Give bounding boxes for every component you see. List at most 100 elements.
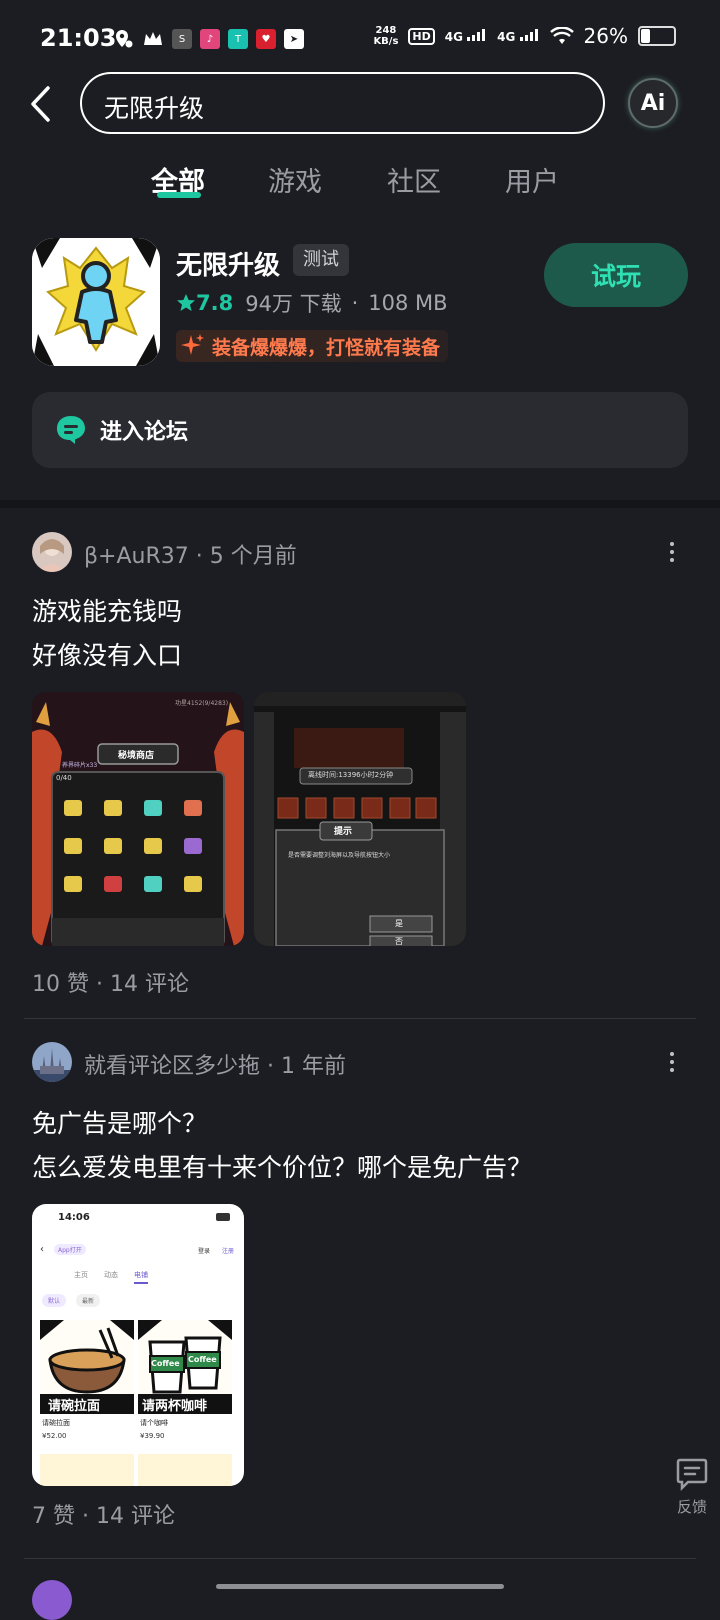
coffee-caption: 请两杯咖啡 <box>142 1399 208 1414</box>
app-rating: 7.8 <box>176 291 233 315</box>
download-count: 94万 下载 <box>245 292 342 316</box>
shop-top-text: 功星4152(9/4283) <box>175 700 229 707</box>
location-icon <box>116 30 133 48</box>
search-query: 无限升级 <box>104 94 205 123</box>
post-stats: 7 赞 · 14 评论 <box>32 1498 175 1530</box>
screenshot-login: 登录 <box>198 1248 211 1255</box>
status-system-indicators: 248 KB/s HD 4G 4G 26% <box>373 24 676 48</box>
shop-currency: 养界碎片x33 <box>62 762 98 769</box>
post-time: 1 年前 <box>281 1054 347 1079</box>
post-author-line: 就看评论区多少拖 · 1 年前 <box>84 1048 346 1080</box>
hd-indicator: HD <box>408 27 435 45</box>
dot-separator: · <box>267 1054 282 1079</box>
status-notification-icons: S ♪ T ♥ ➤ <box>112 28 304 50</box>
comment-count[interactable]: 14 评论 <box>110 972 189 997</box>
net-speed-unit: KB/s <box>373 36 399 47</box>
coffee-word-1: Coffee <box>151 1359 180 1368</box>
post-body[interactable]: 怎么爱发电里有十来个价位？哪个是免广告？ <box>32 1148 532 1184</box>
tip-no: 否 <box>395 937 403 946</box>
tab-games[interactable]: 游戏 <box>268 160 322 199</box>
item-name: 请个咖啡 <box>140 1419 168 1427</box>
ramen-caption: 请碗拉面 <box>48 1399 101 1414</box>
screenshot-filter-default: 默认 <box>42 1294 67 1307</box>
more-options-button[interactable] <box>662 1047 682 1077</box>
dot-separator: · <box>195 544 210 569</box>
avatar-image <box>32 532 72 572</box>
app-meta: 7.8 94万 下载 · 108 MB <box>176 288 448 318</box>
post-author[interactable]: β+AuR37 <box>84 544 189 569</box>
battery-level <box>641 29 650 43</box>
battery-percent: 26% <box>583 24 628 48</box>
post-image-screenshot[interactable]: 14:06 ‹ App打开 登录 注册 主页 动态 电铺 默认 最新 请碗拉面 … <box>32 1204 244 1486</box>
screenshot-item-partial <box>138 1454 232 1486</box>
sparkle-icon <box>181 334 204 355</box>
tagline-text: 装备爆爆爆，打怪就有装备 <box>212 336 441 359</box>
avatar-image <box>32 1042 72 1082</box>
dot-separator: · <box>96 972 110 997</box>
post-image-shop[interactable]: 功星4152(9/4283) 秘境商店 养界碎片x33 0/40 <box>32 692 244 946</box>
screenshot-tab-underline <box>134 1282 148 1284</box>
screenshot-item-partial <box>40 1454 134 1486</box>
sim1-label: 4G <box>444 29 463 44</box>
item-name: 请碗拉面 <box>42 1419 70 1427</box>
post-title[interactable]: 免广告是哪个？ <box>32 1104 207 1140</box>
item-price: ¥39.90 <box>140 1432 165 1440</box>
try-play-button[interactable]: 试玩 <box>544 243 688 307</box>
dialog-artwork <box>254 692 466 946</box>
tip-yes: 是 <box>395 919 403 928</box>
rating-value: 7.8 <box>196 291 234 315</box>
crown-icon <box>144 32 162 45</box>
app-size: 108 MB <box>368 291 448 315</box>
ai-assistant-button[interactable]: Ai <box>628 78 678 128</box>
sim1-signal: 4G <box>444 28 487 44</box>
comment-count[interactable]: 14 评论 <box>96 1504 175 1529</box>
like-count[interactable]: 10 赞 <box>32 972 89 997</box>
tab-community[interactable]: 社区 <box>387 160 441 199</box>
enter-forum-button[interactable]: 进入论坛 <box>32 392 688 468</box>
screenshot-tab-shop: 电铺 <box>134 1271 148 1279</box>
feedback-button[interactable]: 反馈 <box>664 1456 720 1517</box>
back-button[interactable] <box>22 82 58 126</box>
signal-icon <box>467 28 486 41</box>
screenshot-time: 14:06 <box>58 1212 90 1223</box>
screenshot-item-coffee: Coffee Coffee 请两杯咖啡 <box>138 1320 232 1414</box>
dot-separator: · <box>82 1504 96 1529</box>
battery-icon <box>638 26 676 46</box>
post-divider <box>24 1018 696 1019</box>
like-count[interactable]: 7 赞 <box>32 1504 75 1529</box>
net-speed-value: 248 <box>375 25 397 36</box>
post-title[interactable]: 游戏能充钱吗 <box>32 592 182 628</box>
tip-title: 提示 <box>334 827 353 837</box>
search-input[interactable]: 无限升级 <box>80 72 605 134</box>
screenshot-register: 注册 <box>222 1248 235 1255</box>
send-icon: ➤ <box>284 29 304 49</box>
post-author[interactable]: 就看评论区多少拖 <box>84 1054 260 1079</box>
forum-label: 进入论坛 <box>100 420 189 445</box>
post-image-dialog[interactable]: 离线时间:13396小时2分钟 提示 是否需要调整刘海屏以及导航按钮大小 是 否 <box>254 692 466 946</box>
avatar[interactable] <box>32 532 72 572</box>
post-body[interactable]: 好像没有入口 <box>32 636 182 672</box>
home-indicator[interactable] <box>216 1584 504 1589</box>
screenshot-tab-feed: 动态 <box>104 1271 118 1279</box>
screenshot-item-ramen: 请碗拉面 <box>40 1320 134 1414</box>
post-stats: 10 赞 · 14 评论 <box>32 966 189 998</box>
tip-text: 是否需要调整刘海屏以及导航按钮大小 <box>288 852 391 859</box>
pink-app-icon: ♪ <box>200 29 220 49</box>
item-price: ¥52.00 <box>42 1432 67 1440</box>
net-speed: 248 KB/s <box>373 25 398 47</box>
avatar[interactable] <box>32 1580 72 1620</box>
post-time: 5 个月前 <box>209 544 297 569</box>
avatar[interactable] <box>32 1042 72 1082</box>
ai-label: Ai <box>640 90 666 116</box>
more-options-button[interactable] <box>662 537 682 567</box>
screenshot-back-icon: ‹ <box>40 1244 44 1255</box>
tab-users[interactable]: 用户 <box>505 160 559 199</box>
meta-separator: · <box>351 291 359 315</box>
app-icon[interactable] <box>32 238 160 366</box>
app-name[interactable]: 无限升级 <box>176 245 280 282</box>
section-divider <box>0 500 720 508</box>
app-logo-figure <box>32 238 160 366</box>
app-tagline: 装备爆爆爆，打怪就有装备 <box>176 330 449 362</box>
feedback-label: 反馈 <box>676 1498 707 1516</box>
screenshot-battery <box>216 1213 230 1221</box>
